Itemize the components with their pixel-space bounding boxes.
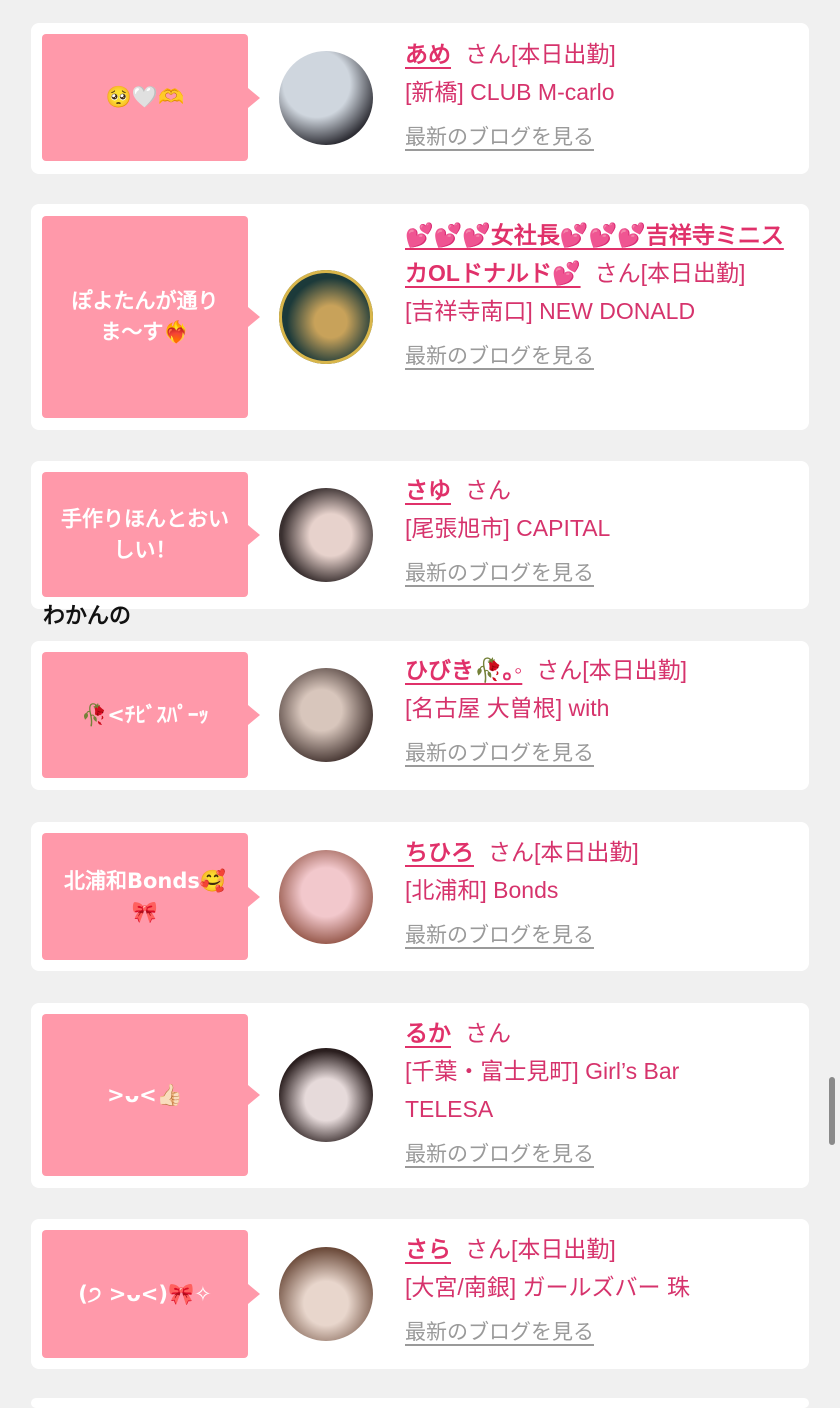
- avatar[interactable]: [279, 850, 373, 944]
- shop-name: [大宮/南銀] ガールズバー 珠: [405, 1274, 690, 1300]
- message-text: 🥺🤍🫶: [105, 85, 185, 109]
- avatar[interactable]: [279, 1247, 373, 1341]
- list-item: ぽよたんが通りま〜す❤️‍🔥 💕💕💕女社長💕💕💕吉祥寺ミニスカOLドナルド💕 さん…: [31, 204, 809, 430]
- message-bubble: 🥀<ﾁﾋﾞｽﾊﾟｰｯ: [42, 652, 260, 778]
- cast-name-link[interactable]: るか: [405, 1020, 451, 1046]
- message-bubble: (੭ >ᴗ<)🎀✧: [42, 1230, 260, 1358]
- status-badge: [本日出勤]: [582, 657, 688, 683]
- shop-name: [新橋] CLUB M-carlo: [405, 79, 615, 105]
- message-text: 北浦和Bonds🥰🎀: [63, 868, 227, 924]
- status-badge: [本日出勤]: [640, 260, 746, 286]
- message-bubble: ぽよたんが通りま〜す❤️‍🔥: [42, 216, 260, 418]
- shop-name: [名古屋 大曽根] with: [405, 695, 610, 721]
- blog-link[interactable]: 最新のブログを見る: [405, 1314, 805, 1352]
- avatar[interactable]: [279, 488, 373, 582]
- status-badge: [本日出勤]: [511, 41, 616, 67]
- honorific: さん: [465, 41, 511, 67]
- honorific: さん: [465, 1236, 511, 1262]
- message-text: (੭ >ᴗ<)🎀✧: [78, 1281, 212, 1306]
- cast-name-link[interactable]: あめ: [405, 41, 451, 67]
- blog-link[interactable]: 最新のブログを見る: [405, 555, 805, 593]
- list-item: (੭ >ᴗ<)🎀✧ さら さん[本日出勤] [大宮/南銀] ガールズバー 珠 最新…: [31, 1219, 809, 1369]
- status-badge: [本日出勤]: [534, 839, 639, 865]
- cast-name-link[interactable]: さゆ: [405, 477, 451, 503]
- message-text: ぽよたんが通りま〜す❤️‍🔥: [71, 289, 219, 344]
- avatar[interactable]: [279, 1048, 373, 1142]
- message-bubble: >ᴗ<👍🏻: [42, 1014, 260, 1176]
- honorific: さん: [536, 657, 583, 683]
- blog-link[interactable]: 最新のブログを見る: [405, 1136, 765, 1174]
- blog-link[interactable]: 最新のブログを見る: [405, 119, 805, 157]
- status-badge: [本日出勤]: [511, 1236, 616, 1262]
- avatar[interactable]: [279, 270, 373, 364]
- shop-name: [北浦和] Bonds: [405, 877, 559, 903]
- list-item: 🥀<ﾁﾋﾞｽﾊﾟｰｯ ひびき🥀｡◦ さん[本日出勤] [名古屋 大曽根] with…: [31, 641, 809, 790]
- shop-name: [尾張旭市] CAPITAL: [405, 515, 611, 541]
- cast-name-link[interactable]: ひびき🥀｡◦: [405, 657, 522, 683]
- blog-link[interactable]: 最新のブログを見る: [405, 735, 805, 773]
- message-text: 手作りほんとおいしい！: [61, 506, 229, 562]
- blog-link[interactable]: 最新のブログを見る: [405, 917, 805, 955]
- list-item: 🥺🤍🫶 あめ さん[本日出勤] [新橋] CLUB M-carlo 最新のブログを…: [31, 23, 809, 174]
- floating-label: わかんの: [43, 604, 132, 629]
- message-text: >ᴗ<👍🏻: [107, 1082, 183, 1107]
- list-item: [31, 1398, 809, 1408]
- honorific: さん: [488, 839, 534, 865]
- blog-link[interactable]: 最新のブログを見る: [405, 338, 805, 376]
- honorific: さん: [465, 1020, 511, 1046]
- list-item: 手作りほんとおいしい！ さゆ さん [尾張旭市] CAPITAL 最新のブログを見…: [31, 461, 809, 609]
- shop-name: [吉祥寺南口] NEW DONALD: [405, 298, 696, 324]
- list-item: 北浦和Bonds🥰🎀 ちひろ さん[本日出勤] [北浦和] Bonds 最新のブロ…: [31, 822, 809, 971]
- message-bubble: 手作りほんとおいしい！: [42, 472, 260, 597]
- list-item: >ᴗ<👍🏻 るか さん [千葉・富士見町] Girl’s Bar TELESA 最…: [31, 1003, 809, 1188]
- scrollbar[interactable]: [829, 1077, 835, 1145]
- shop-name: [千葉・富士見町] Girl’s Bar TELESA: [405, 1058, 680, 1122]
- honorific: さん: [465, 477, 511, 503]
- honorific: さん: [594, 260, 641, 286]
- message-bubble: 北浦和Bonds🥰🎀: [42, 833, 260, 960]
- message-text: 🥀<ﾁﾋﾞｽﾊﾟｰｯ: [81, 702, 209, 727]
- cast-name-link[interactable]: さら: [405, 1236, 451, 1262]
- message-bubble: 🥺🤍🫶: [42, 34, 260, 161]
- avatar[interactable]: [279, 668, 373, 762]
- cast-name-link[interactable]: ちひろ: [405, 839, 474, 865]
- avatar[interactable]: [279, 51, 373, 145]
